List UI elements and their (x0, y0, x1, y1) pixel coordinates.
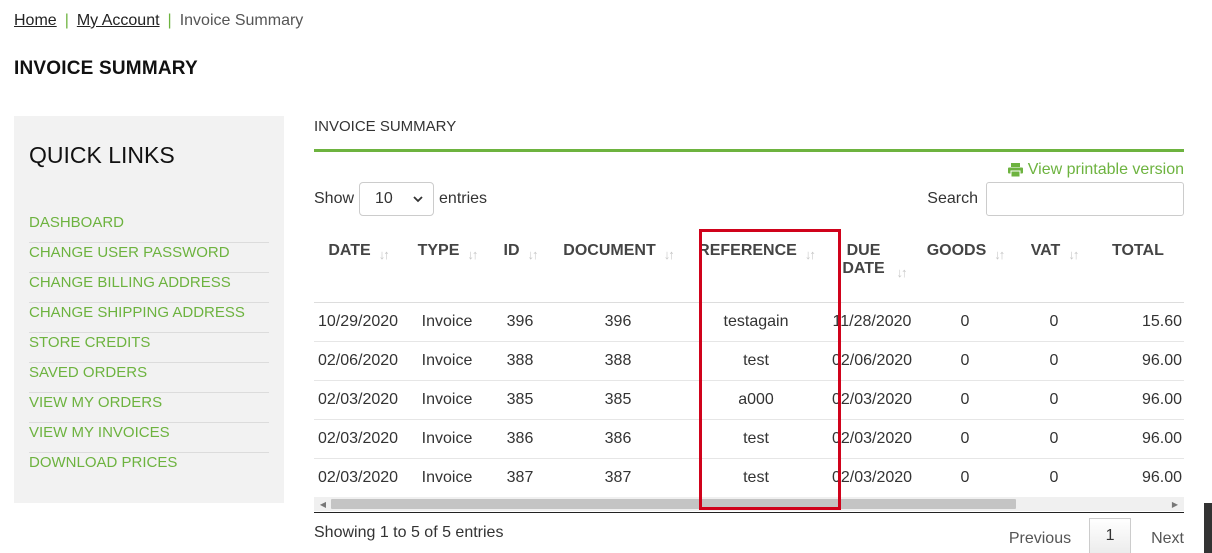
cell-total: 96.00 (1098, 380, 1184, 420)
cell-total: 96.00 (1098, 458, 1184, 498)
printer-icon (1007, 163, 1023, 177)
cell-total: 15.60 (1098, 302, 1184, 342)
printable-version-link[interactable]: View printable version (1007, 161, 1184, 179)
cell-type: Invoice (402, 458, 492, 498)
search-area: Search (927, 182, 1184, 216)
cell-total: 96.00 (1098, 419, 1184, 459)
cell-date: 02/03/2020 (314, 380, 402, 420)
chevron-down-icon (413, 195, 423, 202)
quick-link-change-shipping-address[interactable]: CHANGE SHIPPING ADDRESS (29, 303, 269, 333)
cell-type: Invoice (402, 302, 492, 342)
cell-id: 388 (492, 341, 548, 381)
cell-vat: 0 (1010, 458, 1098, 498)
cell-date: 02/06/2020 (314, 341, 402, 381)
page-1-button[interactable]: 1 (1089, 518, 1132, 553)
cell-goods: 0 (920, 419, 1010, 459)
section-title: INVOICE SUMMARY (314, 116, 1184, 152)
entries-label: entries (439, 190, 488, 207)
column-header-id[interactable]: ID ↓↑ (492, 226, 548, 303)
sort-icon: ↓↑ (378, 247, 390, 262)
quick-link-change-password[interactable]: CHANGE USER PASSWORD (29, 243, 269, 273)
cell-document: 388 (548, 341, 688, 381)
search-label: Search (927, 190, 978, 207)
quick-link-store-credits[interactable]: STORE CREDITS (29, 333, 269, 363)
cell-date: 02/03/2020 (314, 458, 402, 498)
scrollbar-thumb[interactable] (331, 499, 1016, 509)
column-header-type[interactable]: TYPE ↓↑ (402, 226, 492, 303)
entries-select-value: 10 (375, 190, 393, 207)
entries-select[interactable]: 10 (359, 182, 435, 216)
quick-link-download-prices[interactable]: DOWNLOAD PRICES (29, 453, 269, 483)
table-controls: Show 10 entries Search (314, 182, 1184, 216)
printable-version-label: View printable version (1027, 161, 1184, 178)
breadcrumb: Home | My Account | Invoice Summary (14, 12, 303, 30)
column-header-document[interactable]: DOCUMENT ↓↑ (548, 226, 688, 303)
column-header-total[interactable]: TOTAL (1098, 226, 1184, 303)
quick-link-saved-orders[interactable]: SAVED ORDERS (29, 363, 269, 393)
search-input[interactable] (986, 182, 1184, 216)
column-header-date[interactable]: DATE ↓↑ (314, 226, 402, 303)
cell-vat: 0 (1010, 380, 1098, 420)
breadcrumb-account-link[interactable]: My Account (77, 12, 160, 30)
sort-icon: ↓↑ (527, 247, 539, 262)
cell-document: 385 (548, 380, 688, 420)
cell-document: 387 (548, 458, 688, 498)
cell-total: 96.00 (1098, 341, 1184, 381)
cell-date: 10/29/2020 (314, 302, 402, 342)
cell-type: Invoice (402, 380, 492, 420)
reference-column-highlight (699, 229, 841, 510)
show-label: Show (314, 190, 355, 207)
cell-id: 385 (492, 380, 548, 420)
scroll-left-arrow-icon[interactable]: ◀ (316, 497, 330, 511)
cell-document: 386 (548, 419, 688, 459)
cell-goods: 0 (920, 341, 1010, 381)
window-edge (1204, 503, 1212, 553)
quick-link-dashboard[interactable]: DASHBOARD (29, 213, 269, 243)
quick-link-change-billing-address[interactable]: CHANGE BILLING ADDRESS (29, 273, 269, 303)
column-header-goods[interactable]: GOODS ↓↑ (920, 226, 1010, 303)
breadcrumb-separator: | (64, 12, 69, 29)
cell-vat: 0 (1010, 419, 1098, 459)
cell-goods: 0 (920, 380, 1010, 420)
scroll-right-arrow-icon[interactable]: ▶ (1168, 497, 1182, 511)
cell-date: 02/03/2020 (314, 419, 402, 459)
pagination: Previous 1 Next (1009, 518, 1184, 553)
cell-document: 396 (548, 302, 688, 342)
previous-page-button[interactable]: Previous (1009, 524, 1071, 548)
quick-link-view-invoices[interactable]: VIEW MY INVOICES (29, 423, 269, 453)
cell-vat: 0 (1010, 341, 1098, 381)
invoice-summary-section: INVOICE SUMMARY View printable version S… (314, 116, 1184, 553)
entries-length: Show 10 entries (314, 182, 487, 216)
sort-icon: ↓↑ (994, 247, 1005, 262)
cell-id: 396 (492, 302, 548, 342)
sort-icon: ↓↑ (663, 247, 675, 262)
cell-goods: 0 (920, 302, 1010, 342)
quick-links-list: DASHBOARD CHANGE USER PASSWORD CHANGE BI… (29, 213, 269, 483)
quick-links-title: QUICK LINKS (29, 142, 175, 168)
sort-icon: ↓↑ (1068, 247, 1079, 262)
sort-icon: ↓↑ (467, 247, 478, 262)
breadcrumb-separator: | (167, 12, 172, 29)
quick-links-panel: QUICK LINKS DASHBOARD CHANGE USER PASSWO… (14, 116, 284, 503)
cell-id: 387 (492, 458, 548, 498)
next-page-button[interactable]: Next (1151, 524, 1184, 548)
cell-id: 386 (492, 419, 548, 459)
table-bottom-divider (314, 512, 1184, 513)
column-header-vat[interactable]: VAT ↓↑ (1010, 226, 1098, 303)
breadcrumb-current: Invoice Summary (179, 12, 304, 29)
cell-vat: 0 (1010, 302, 1098, 342)
cell-type: Invoice (402, 341, 492, 381)
cell-goods: 0 (920, 458, 1010, 498)
page-title: INVOICE SUMMARY (14, 58, 198, 79)
sort-icon: ↓↑ (896, 265, 908, 280)
table-info: Showing 1 to 5 of 5 entries (314, 524, 504, 541)
cell-type: Invoice (402, 419, 492, 459)
quick-link-view-orders[interactable]: VIEW MY ORDERS (29, 393, 269, 423)
breadcrumb-home-link[interactable]: Home (14, 12, 57, 30)
